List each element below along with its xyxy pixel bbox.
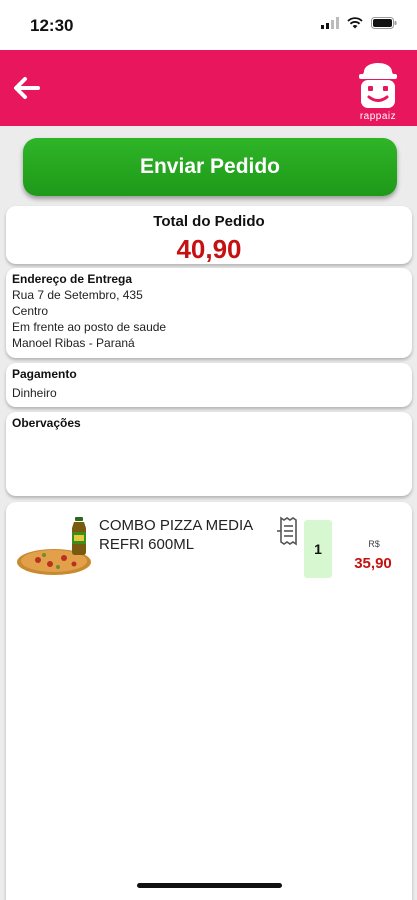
back-button[interactable] [6,68,46,108]
order-item-row[interactable]: COMBO PIZZA MEDIA REFRI 600ML 1 R$ 35,90 [6,510,412,578]
payment-title: Pagamento [12,367,77,381]
order-items-card: COMBO PIZZA MEDIA REFRI 600ML 1 R$ 35,90 [6,502,412,900]
delivery-address-title: Endereço de Entrega [12,272,133,286]
home-indicator [137,883,282,888]
item-name: COMBO PIZZA MEDIA REFRI 600ML [99,517,253,553]
payment-method: Dinheiro [12,386,57,400]
status-time: 12:30 [30,16,74,35]
item-edit-button[interactable] [277,516,299,546]
signal-icon [321,17,339,29]
order-total-value: 40,90 [176,234,242,264]
address-reference: Em frente ao posto de saude [12,320,167,334]
address-district: Centro [12,304,49,318]
item-image [16,514,96,578]
item-currency: R$ [368,539,380,549]
pizza-soda-combo-icon [17,517,91,575]
receipt-icon [277,516,297,546]
address-street: Rua 7 de Setembro, 435 [12,288,143,302]
status-bar: 12:30 [0,0,417,50]
logo-text: rappaiz [359,111,397,122]
wifi-icon [347,17,363,29]
logo-mascot-icon [359,63,397,108]
send-order-button[interactable]: Enviar Pedido [23,138,397,196]
arrow-left-icon [14,77,40,99]
app-header: rappaiz [0,50,417,126]
order-total-label: Total do Pedido [153,213,265,230]
address-city: Manoel Ribas - Paraná [12,336,135,350]
app-logo: rappaiz [353,56,403,122]
notes-title: Obervações [12,416,81,430]
item-price: 35,90 [354,555,392,572]
notes-card[interactable]: Obervações [6,412,412,496]
battery-icon [371,17,397,29]
status-icons [321,17,397,29]
payment-card[interactable]: Pagamento Dinheiro [6,363,412,407]
order-total-card: Total do Pedido 40,90 [6,206,412,264]
delivery-address-card[interactable]: Endereço de Entrega Rua 7 de Setembro, 4… [6,268,412,358]
item-quantity[interactable]: 1 [304,520,332,578]
